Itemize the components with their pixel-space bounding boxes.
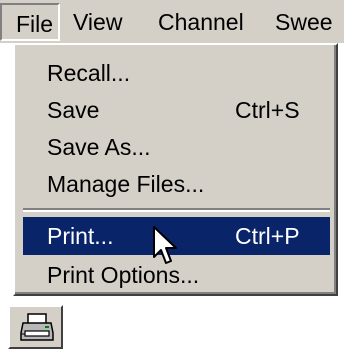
- menu-item-label: Recall...: [47, 60, 131, 86]
- menu-item-save[interactable]: Save Ctrl+S: [23, 91, 330, 129]
- printer-icon: [20, 313, 54, 341]
- menu-bar: File View Channel Swee: [0, 0, 344, 44]
- menubar-channel[interactable]: Channel: [158, 0, 244, 44]
- menu-item-label: Save: [47, 97, 100, 123]
- print-toolbar-button[interactable]: [8, 305, 63, 349]
- menu-item-shortcut: Ctrl+P: [235, 223, 300, 249]
- menu-item-label: Save As...: [47, 134, 151, 160]
- menu-item-shortcut: Ctrl+S: [235, 97, 300, 123]
- menu-item-label: Manage Files...: [47, 171, 205, 197]
- menu-separator: [23, 208, 330, 212]
- menu-item-save-as[interactable]: Save As...: [23, 128, 330, 166]
- mouse-cursor-icon: [153, 226, 177, 264]
- menu-item-recall[interactable]: Recall...: [23, 54, 330, 92]
- menubar-sweep[interactable]: Swee: [275, 0, 333, 44]
- menu-item-label: Print...: [47, 223, 114, 249]
- menu-item-manage-files[interactable]: Manage Files...: [23, 165, 330, 203]
- menubar-view[interactable]: View: [73, 0, 122, 44]
- menubar-file[interactable]: File: [0, 3, 60, 41]
